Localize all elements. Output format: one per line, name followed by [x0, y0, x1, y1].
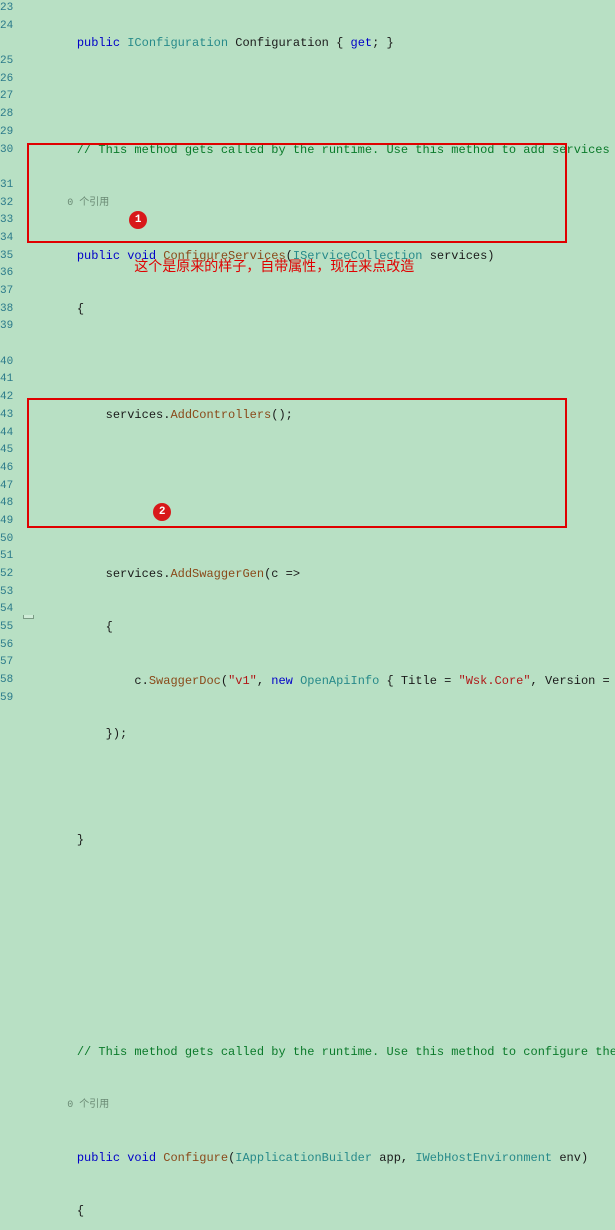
- annotation-badge-1: 1: [129, 211, 147, 229]
- line-number: 59: [0, 690, 13, 708]
- line-number: 42: [0, 389, 13, 407]
- code-line[interactable]: services.AddControllers();: [19, 407, 615, 425]
- line-number: 35: [0, 248, 13, 266]
- line-number: 53: [0, 584, 13, 602]
- line-number: 50: [0, 531, 13, 549]
- line-number: 28: [0, 106, 13, 124]
- codelens-references[interactable]: 0 个引用: [19, 195, 615, 213]
- line-number: 26: [0, 71, 13, 89]
- code-editor[interactable]: 2324 252627282930 313233343536373839 404142…: [0, 0, 615, 615]
- line-number: 23: [0, 0, 13, 18]
- line-number: 33: [0, 212, 13, 230]
- line-number: [0, 159, 13, 177]
- code-line[interactable]: });: [19, 726, 615, 744]
- line-number: 46: [0, 460, 13, 478]
- code-content[interactable]: public IConfiguration Configuration { ge…: [19, 0, 615, 615]
- line-number: 34: [0, 230, 13, 248]
- line-number: [0, 336, 13, 354]
- line-number: 40: [0, 354, 13, 372]
- line-number: [0, 35, 13, 53]
- line-number: 24: [0, 18, 13, 36]
- code-line[interactable]: {: [19, 619, 615, 637]
- line-number: 58: [0, 672, 13, 690]
- code-line[interactable]: services.AddSwaggerGen(c =>: [19, 566, 615, 584]
- line-number: 51: [0, 548, 13, 566]
- codelens-references[interactable]: 0 个引用: [19, 1097, 615, 1115]
- line-number: 41: [0, 371, 13, 389]
- line-number: 38: [0, 301, 13, 319]
- line-number: 31: [0, 177, 13, 195]
- code-line[interactable]: {: [19, 301, 615, 319]
- line-number: 56: [0, 637, 13, 655]
- code-line[interactable]: public IConfiguration Configuration { ge…: [19, 35, 615, 53]
- line-number: 45: [0, 442, 13, 460]
- line-number: 39: [0, 318, 13, 336]
- line-number: 43: [0, 407, 13, 425]
- annotation-text: 这个是原来的样子，自带属性，现在来点改造: [134, 258, 414, 276]
- line-number: 44: [0, 425, 13, 443]
- line-number: 37: [0, 283, 13, 301]
- line-number: 47: [0, 478, 13, 496]
- code-line[interactable]: }: [19, 832, 615, 850]
- line-number-gutter: 2324 252627282930 313233343536373839 404142…: [0, 0, 19, 615]
- line-number: 29: [0, 124, 13, 142]
- code-line[interactable]: // This method gets called by the runtim…: [19, 142, 615, 160]
- line-number: 25: [0, 53, 13, 71]
- line-number: 30: [0, 142, 13, 160]
- line-number: 57: [0, 654, 13, 672]
- code-line[interactable]: public void Configure(IApplicationBuilde…: [19, 1150, 615, 1168]
- line-number: 36: [0, 265, 13, 283]
- line-number: 32: [0, 195, 13, 213]
- line-number: 52: [0, 566, 13, 584]
- line-number: 49: [0, 513, 13, 531]
- line-number: 27: [0, 88, 13, 106]
- code-line[interactable]: {: [19, 1203, 615, 1221]
- code-line[interactable]: c.SwaggerDoc("v1", new OpenApiInfo { Tit…: [19, 673, 615, 691]
- line-number: 54: [0, 601, 13, 619]
- code-line[interactable]: // This method gets called by the runtim…: [19, 1044, 615, 1062]
- line-number: 48: [0, 495, 13, 513]
- line-number: 55: [0, 619, 13, 637]
